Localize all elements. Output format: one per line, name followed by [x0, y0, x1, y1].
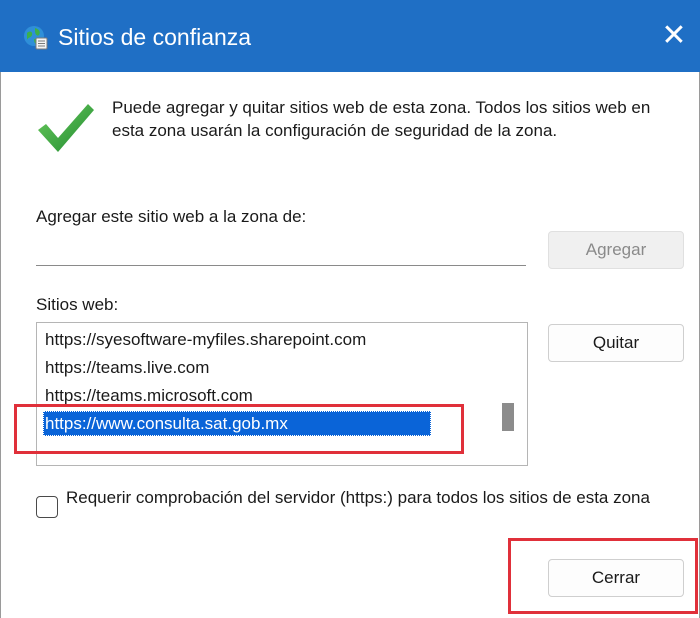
remove-button[interactable]: Quitar	[548, 324, 684, 362]
add-site-label: Agregar este sitio web a la zona de:	[36, 207, 307, 226]
require-https-checkbox[interactable]	[36, 496, 58, 518]
info-text: Puede agregar y quitar sitios web de est…	[112, 98, 651, 140]
add-site-input[interactable]	[36, 234, 526, 266]
annotation-highlight-selected-site	[14, 404, 464, 454]
list-item[interactable]: https://teams.live.com	[43, 355, 211, 380]
add-button[interactable]: Agregar	[548, 231, 684, 269]
close-window-button[interactable]: ✕	[648, 0, 700, 72]
checkmark-icon	[38, 104, 94, 152]
sites-label: Sitios web:	[36, 295, 119, 314]
title-bar: Sitios de confianza ✕	[0, 0, 700, 72]
close-button[interactable]: Cerrar	[548, 559, 684, 597]
scrollbar-thumb[interactable]	[502, 403, 514, 431]
window-title: Sitios de confianza	[58, 24, 252, 50]
globe-icon	[24, 26, 48, 50]
list-item[interactable]: https://syesoftware-myfiles.sharepoint.c…	[43, 327, 368, 352]
require-https-label: Requerir comprobación del servidor (http…	[66, 488, 650, 507]
